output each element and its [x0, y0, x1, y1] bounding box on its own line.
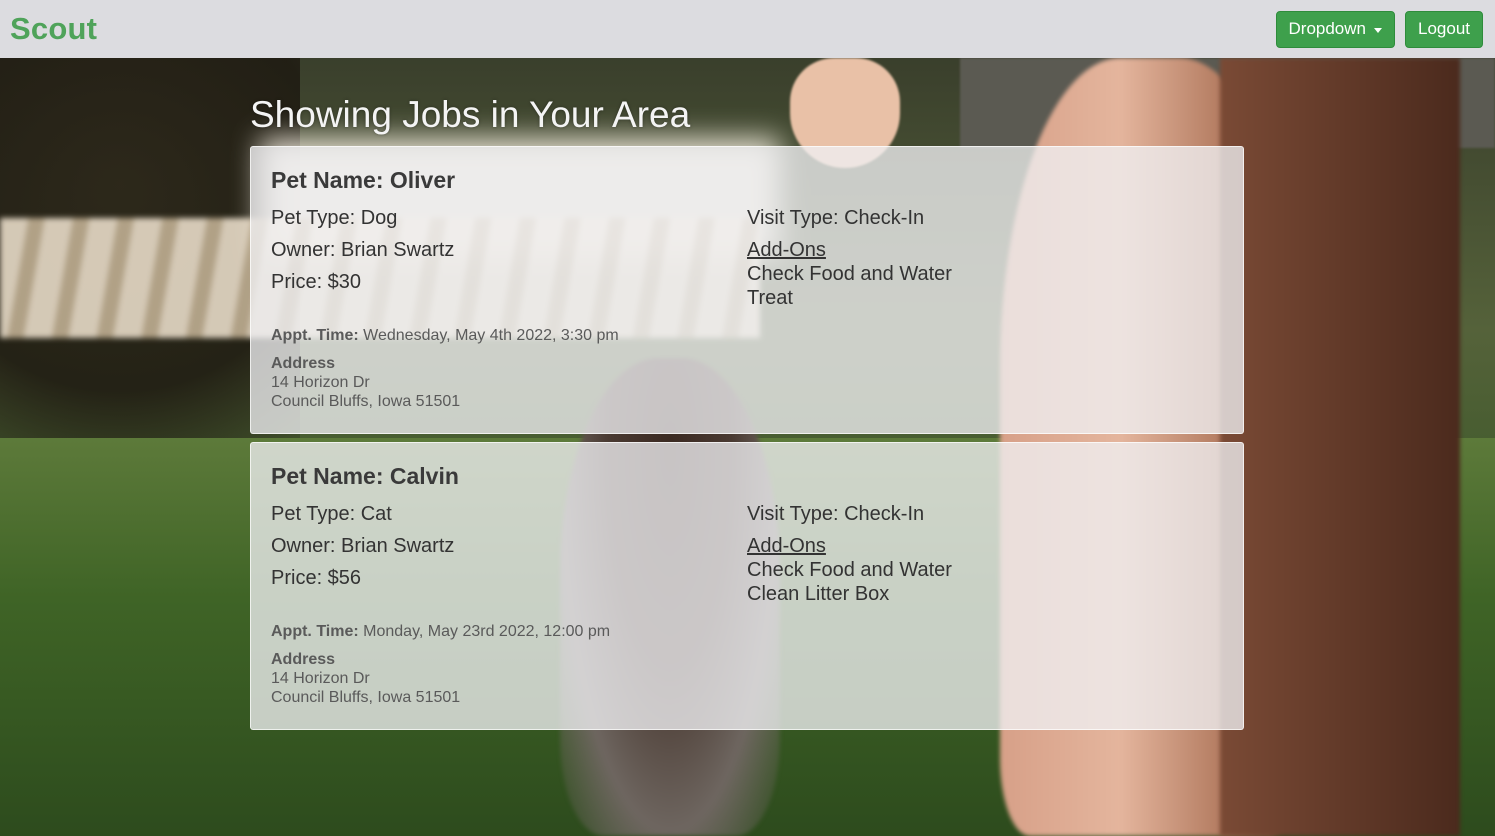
- appointment-time: Appt. Time: Monday, May 23rd 2022, 12:00…: [271, 623, 610, 641]
- appt-value: Monday, May 23rd 2022, 12:00 pm: [363, 623, 611, 640]
- addons-link[interactable]: Add-Ons: [747, 534, 826, 558]
- brand-logo[interactable]: Scout: [10, 11, 97, 47]
- pet-name: Pet Name: Calvin: [271, 463, 459, 489]
- price: Price: $30: [271, 271, 362, 293]
- appt-label: Appt. Time:: [271, 623, 359, 640]
- job-card: Pet Name: Oliver Pet Type: Dog Owner: Br…: [250, 146, 1244, 434]
- address-line-1: 14 Horizon Dr: [271, 374, 370, 391]
- navbar: Scout Dropdown Logout: [0, 0, 1495, 58]
- page-title: Showing Jobs in Your Area: [250, 94, 691, 135]
- job-card: Pet Name: Calvin Pet Type: Cat Owner: Br…: [250, 442, 1244, 730]
- appt-label: Appt. Time:: [271, 327, 359, 344]
- address-line-2: Council Bluffs, Iowa 51501: [271, 689, 461, 706]
- address-label: Address: [271, 355, 336, 372]
- job-meta: Appt. Time: Wednesday, May 4th 2022, 3:3…: [271, 327, 619, 411]
- logout-button[interactable]: Logout: [1405, 10, 1483, 48]
- owner: Owner: Brian Swartz: [271, 239, 455, 261]
- addon-item: Check Food and Water: [747, 263, 952, 285]
- addons-link[interactable]: Add-Ons: [747, 238, 826, 262]
- address-line-1: 14 Horizon Dr: [271, 670, 370, 687]
- visit-type: Visit Type: Check-In: [747, 503, 925, 525]
- job-meta: Appt. Time: Monday, May 23rd 2022, 12:00…: [271, 623, 610, 707]
- addon-item: Check Food and Water: [747, 559, 952, 581]
- dropdown-button[interactable]: Dropdown: [1275, 10, 1395, 48]
- caret-down-icon: [1374, 27, 1382, 33]
- pet-type: Pet Type: Cat: [271, 503, 392, 525]
- price: Price: $56: [271, 567, 362, 589]
- addon-item: Clean Litter Box: [747, 583, 890, 605]
- appt-value: Wednesday, May 4th 2022, 3:30 pm: [363, 327, 619, 344]
- address-label: Address: [271, 651, 336, 668]
- address-line-2: Council Bluffs, Iowa 51501: [271, 393, 461, 410]
- dropdown-button-label: Dropdown: [1288, 19, 1367, 38]
- visit-type: Visit Type: Check-In: [747, 207, 925, 229]
- pet-name: Pet Name: Oliver: [271, 167, 456, 193]
- navbar-actions: Dropdown Logout: [1275, 10, 1483, 48]
- appointment-time: Appt. Time: Wednesday, May 4th 2022, 3:3…: [271, 327, 619, 345]
- jobs-section: Showing Jobs in Your Area Pet Name: Oliv…: [250, 58, 1244, 738]
- addon-item: Treat: [747, 287, 793, 309]
- pet-type: Pet Type: Dog: [271, 207, 398, 229]
- owner: Owner: Brian Swartz: [271, 535, 455, 557]
